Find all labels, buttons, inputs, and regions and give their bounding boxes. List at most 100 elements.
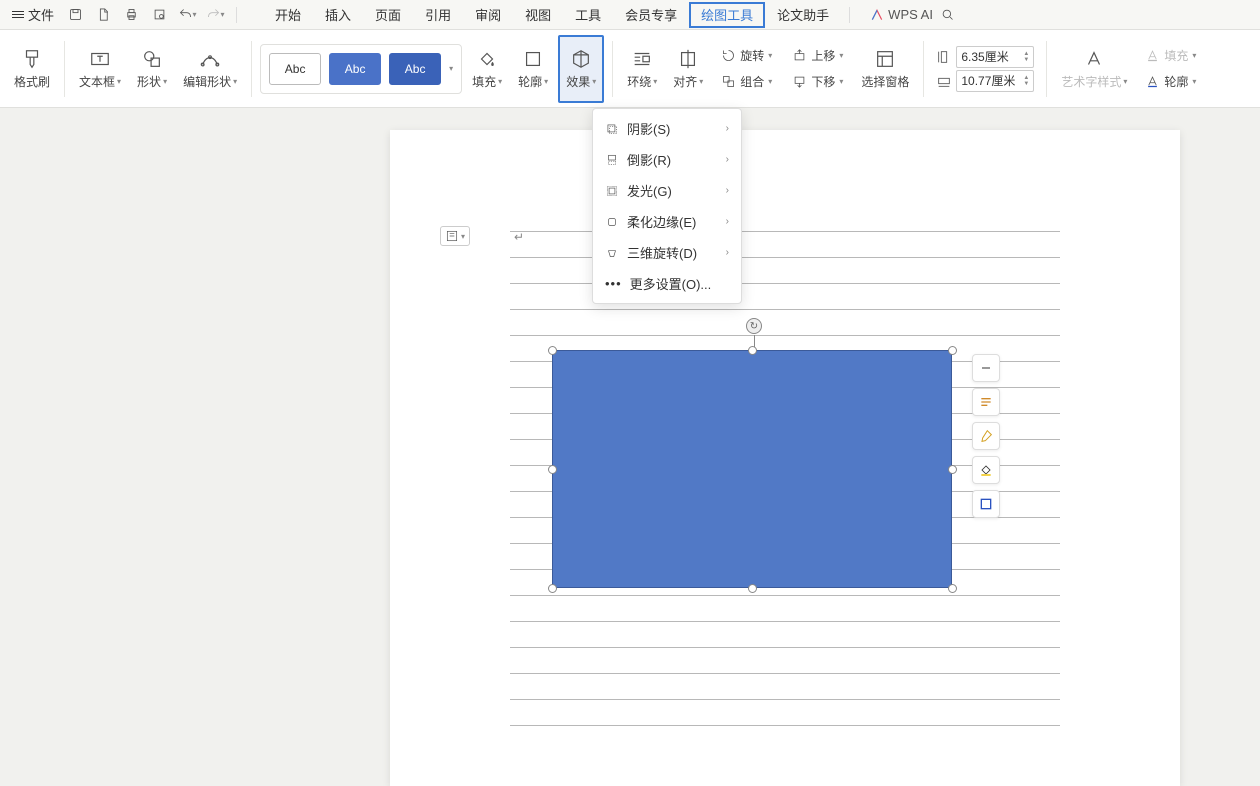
style-list-icon [978, 394, 994, 410]
group-button[interactable]: 组合▾ [717, 70, 776, 94]
menu-more-settings[interactable]: •••更多设置(O)... [593, 268, 741, 299]
tab-view[interactable]: 视图 [513, 0, 563, 30]
resize-handle-se[interactable] [948, 584, 957, 593]
float-outline-button[interactable] [972, 490, 1000, 518]
file-label: 文件 [28, 5, 54, 24]
wps-ai-button[interactable]: WPS AI [870, 7, 933, 22]
text-fill-button[interactable]: 填充▾ [1141, 44, 1200, 68]
move-up-button[interactable]: 上移▾ [788, 44, 847, 68]
selected-rectangle-shape[interactable] [552, 350, 952, 588]
resize-handle-s[interactable] [748, 584, 757, 593]
shape-style-gallery[interactable]: Abc Abc Abc ▾ [260, 44, 462, 94]
float-brush-button[interactable] [972, 422, 1000, 450]
search-icon[interactable] [935, 2, 961, 28]
undo-icon[interactable]: ▾ [174, 2, 200, 28]
layout-options-button[interactable]: ▾ [440, 226, 470, 246]
brush-icon [978, 428, 994, 444]
tab-drawing-tools[interactable]: 绘图工具 [689, 2, 765, 28]
align-button[interactable]: 对齐▾ [667, 36, 709, 102]
effect-dropdown: 阴影(S) › 倒影(R) › 发光(G) › 柔化边缘(E) › 三维旋转(D… [592, 108, 742, 304]
style-preset-3[interactable]: Abc [389, 53, 441, 85]
bucket-icon [978, 462, 994, 478]
wrap-icon [631, 48, 653, 70]
resize-handle-w[interactable] [548, 465, 557, 474]
rotate3d-icon [605, 246, 619, 260]
selection-pane-button[interactable]: 选择窗格 [855, 36, 915, 102]
layout-options-icon [445, 229, 459, 243]
save-icon[interactable] [62, 2, 88, 28]
outline-button[interactable]: 轮廓▾ [512, 36, 554, 102]
tab-insert[interactable]: 插入 [313, 0, 363, 30]
group-icon [721, 74, 736, 89]
tab-reference[interactable]: 引用 [413, 0, 463, 30]
file-menu[interactable]: 文件 [6, 5, 60, 24]
fill-button[interactable]: 填充▾ [466, 36, 508, 102]
menu-reflection[interactable]: 倒影(R) › [593, 144, 741, 175]
wrap-button[interactable]: 环绕▾ [621, 36, 663, 102]
ribbon-tabs: 开始 插入 页面 引用 审阅 视图 工具 会员专享 绘图工具 论文助手 [263, 0, 841, 30]
paragraph-mark: ↵ [514, 230, 524, 244]
resize-handle-n[interactable] [748, 346, 757, 355]
separator [236, 7, 237, 23]
height-icon [936, 49, 952, 65]
style-preset-2[interactable]: Abc [329, 53, 381, 85]
separator [849, 7, 850, 23]
chevron-right-icon: › [726, 216, 729, 227]
resize-handle-ne[interactable] [948, 346, 957, 355]
text-fill-icon [1145, 48, 1160, 63]
chevron-right-icon: › [726, 185, 729, 196]
wps-ai-label: WPS AI [888, 7, 933, 22]
textbox-button[interactable]: 文本框▾ [73, 36, 127, 102]
menu-glow[interactable]: 发光(G) › [593, 175, 741, 206]
ribbon: 格式刷 文本框▾ 形状▾ 编辑形状▾ Abc Abc Abc ▾ 填充▾ 轮廓▾… [0, 30, 1260, 108]
rotate-icon [721, 48, 736, 63]
style-preset-1[interactable]: Abc [269, 53, 321, 85]
reflection-icon [605, 153, 619, 167]
resize-handle-nw[interactable] [548, 346, 557, 355]
menu-shadow[interactable]: 阴影(S) › [593, 113, 741, 144]
float-collapse-button[interactable] [972, 354, 1000, 382]
float-fill-button[interactable] [972, 456, 1000, 484]
chevron-right-icon: › [726, 123, 729, 134]
wordart-style-button[interactable]: 艺术字样式▾ [1055, 36, 1133, 102]
hamburger-icon [12, 9, 24, 20]
menu-3d-rotation[interactable]: 三维旋转(D) › [593, 237, 741, 268]
menu-soft-edges[interactable]: 柔化边缘(E) › [593, 206, 741, 237]
glow-icon [605, 184, 619, 198]
float-style-button[interactable] [972, 388, 1000, 416]
resize-handle-sw[interactable] [548, 584, 557, 593]
print-icon[interactable] [118, 2, 144, 28]
tab-review[interactable]: 审阅 [463, 0, 513, 30]
redo-icon[interactable]: ▾ [202, 2, 228, 28]
align-icon [677, 48, 699, 70]
tab-tools[interactable]: 工具 [563, 0, 613, 30]
width-input[interactable]: 10.77厘米▲▼ [956, 70, 1034, 92]
width-icon [936, 73, 952, 89]
soft-edges-icon [605, 215, 619, 229]
chevron-right-icon: › [726, 247, 729, 258]
format-painter-button[interactable]: 格式刷 [8, 36, 56, 102]
effect-button-highlight: 效果▾ [558, 35, 604, 103]
minus-icon [978, 360, 994, 376]
resize-handle-e[interactable] [948, 465, 957, 474]
tab-start[interactable]: 开始 [263, 0, 313, 30]
format-painter-icon [21, 48, 43, 70]
move-down-button[interactable]: 下移▾ [788, 70, 847, 94]
height-input[interactable]: 6.35厘米▲▼ [956, 46, 1034, 68]
shadow-icon [605, 122, 619, 136]
effect-icon [570, 48, 592, 70]
edit-shape-button[interactable]: 编辑形状▾ [177, 36, 243, 102]
gallery-more-icon[interactable]: ▾ [449, 64, 453, 73]
rotate-handle[interactable]: ↻ [746, 318, 762, 334]
rotate-button[interactable]: 旋转▾ [717, 44, 776, 68]
tab-thesis[interactable]: 论文助手 [765, 0, 841, 30]
effect-button[interactable]: 效果▾ [562, 39, 600, 99]
text-outline-button[interactable]: 轮廓▾ [1141, 70, 1200, 94]
preview-icon[interactable] [146, 2, 172, 28]
tab-member[interactable]: 会员专享 [613, 0, 689, 30]
move-up-icon [792, 48, 807, 63]
tab-page[interactable]: 页面 [363, 0, 413, 30]
more-icon: ••• [605, 276, 622, 291]
export-icon[interactable] [90, 2, 116, 28]
shape-button[interactable]: 形状▾ [131, 36, 173, 102]
